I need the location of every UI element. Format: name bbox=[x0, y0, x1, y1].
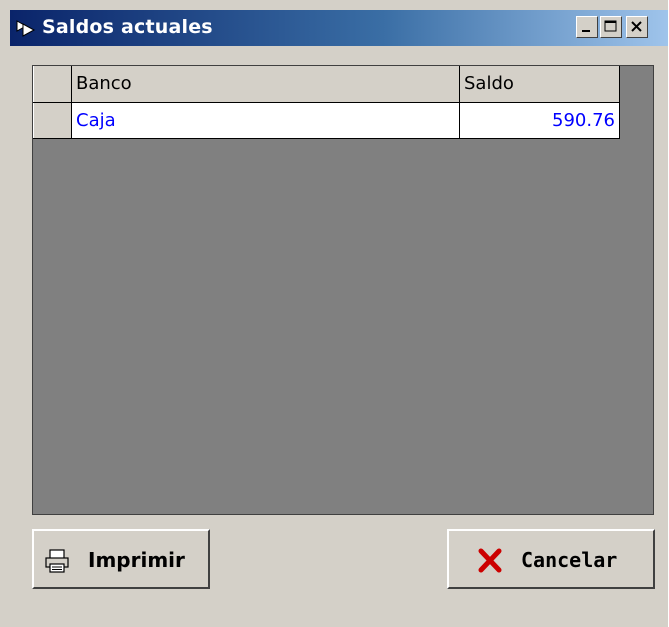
table-row[interactable]: Caja 590.76 bbox=[33, 102, 620, 139]
title-bar[interactable]: Saldos actuales bbox=[10, 10, 668, 46]
cancel-button[interactable]: Cancelar bbox=[447, 529, 655, 589]
minimize-icon bbox=[582, 30, 590, 32]
maximize-icon bbox=[604, 20, 617, 32]
header-indicator-cell bbox=[33, 66, 72, 103]
close-button[interactable] bbox=[626, 16, 648, 38]
balances-table: Banco Saldo Caja 590.76 bbox=[33, 66, 620, 139]
cancel-button-label: Cancelar bbox=[521, 548, 618, 572]
row-indicator-cell[interactable] bbox=[33, 102, 72, 139]
cell-saldo[interactable]: 590.76 bbox=[459, 102, 620, 139]
column-header-banco[interactable]: Banco bbox=[71, 66, 460, 103]
window-title: Saldos actuales bbox=[42, 16, 213, 38]
grid-header-row: Banco Saldo bbox=[33, 66, 620, 103]
red-x-icon bbox=[477, 548, 503, 574]
print-button-label: Imprimir bbox=[88, 548, 185, 572]
printer-icon bbox=[44, 548, 70, 574]
minimize-button[interactable] bbox=[576, 16, 598, 38]
balances-grid[interactable]: Banco Saldo Caja 590.76 bbox=[32, 65, 654, 515]
cell-banco[interactable]: Caja bbox=[71, 102, 460, 139]
column-header-saldo[interactable]: Saldo bbox=[459, 66, 620, 103]
dialog-icon bbox=[14, 16, 38, 40]
maximize-button[interactable] bbox=[600, 16, 622, 38]
print-button[interactable]: Imprimir bbox=[32, 529, 210, 589]
close-icon bbox=[631, 21, 642, 32]
saldos-actuales-window: Saldos actuales Banco Saldo Caja 590.76 … bbox=[0, 0, 669, 627]
